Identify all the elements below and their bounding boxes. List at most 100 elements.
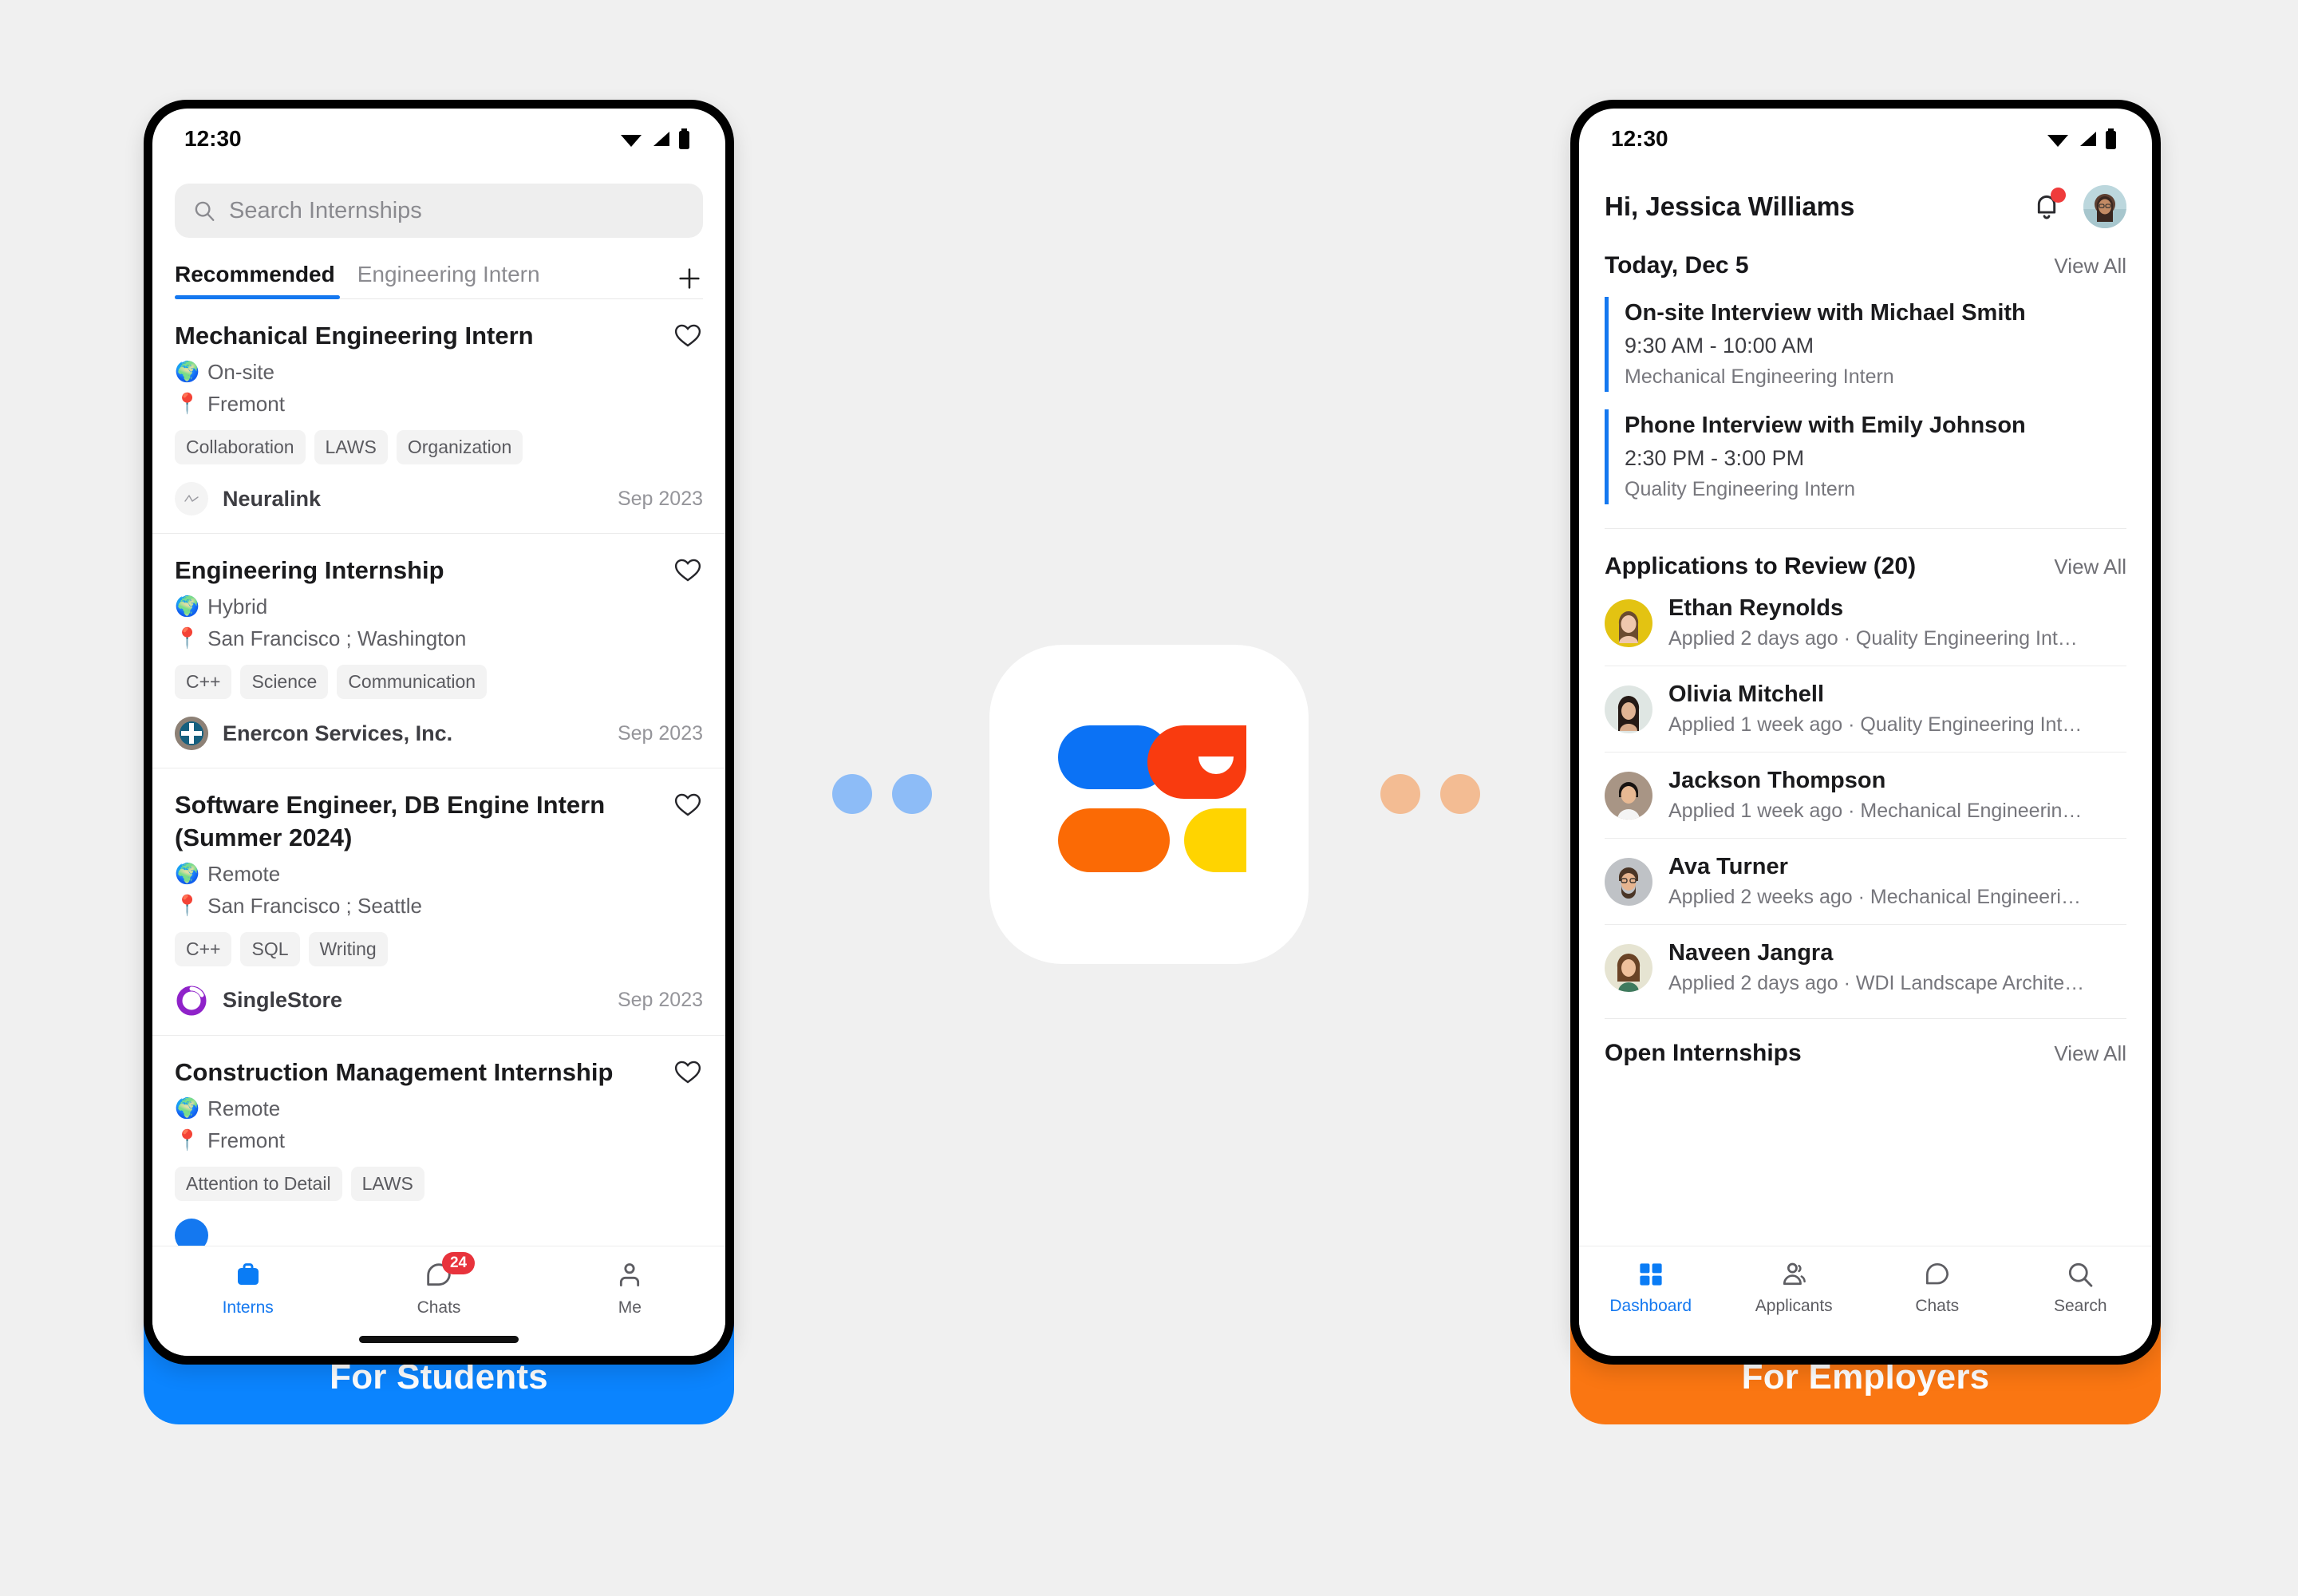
job-work-mode: 🌍 Remote — [175, 1096, 703, 1121]
schedule-events: On-site Interview with Michael Smith 9:3… — [1579, 279, 2152, 529]
job-list[interactable]: Mechanical Engineering Intern 🌍 On-site … — [152, 299, 725, 1246]
chip: Communication — [337, 665, 488, 700]
chip: C++ — [175, 931, 232, 966]
heart-outline-icon[interactable] — [673, 320, 703, 350]
applicant-info: Jackson Thompson Applied 1 week ago · Me… — [1668, 768, 2082, 823]
event-time: 9:30 AM - 10:00 AM — [1625, 334, 1814, 358]
chats-badge: 24 — [441, 1252, 476, 1274]
status-bar: 12:30 — [152, 109, 725, 169]
applicant-list: Ethan Reynolds Applied 2 days ago · Qual… — [1579, 580, 2152, 1010]
heart-outline-icon[interactable] — [673, 1057, 703, 1087]
list-item[interactable]: Jackson Thompson Applied 1 week ago · Me… — [1605, 753, 2126, 839]
signal-icon — [653, 132, 669, 146]
student-screen: 12:30 Search Internships Recommended Eng… — [152, 109, 725, 1356]
tab-recommended[interactable]: Recommended — [175, 262, 346, 300]
schedule-event[interactable]: On-site Interview with Michael Smith 9:3… — [1605, 297, 2126, 392]
add-tab-button[interactable] — [676, 265, 703, 298]
neuralink-logo — [175, 482, 208, 516]
schedule-view-all-link[interactable]: View All — [2054, 254, 2126, 279]
job-footer: Enercon Services, Inc. Sep 2023 — [175, 717, 703, 751]
notifications-button[interactable] — [2031, 188, 2066, 224]
job-location: 📍 San Francisco ; Washington — [175, 626, 703, 651]
app-logo-tile — [989, 645, 1309, 964]
chip: LAWS — [350, 1166, 424, 1201]
blue-circle-logo — [175, 1218, 208, 1246]
job-location: 📍 Fremont — [175, 392, 703, 417]
applicant-subtitle: Applied 1 week ago · Quality Engineering… — [1668, 713, 2083, 736]
job-company: Neuralink — [223, 486, 322, 511]
chip: LAWS — [314, 430, 388, 465]
tabbar-item-me[interactable]: Me — [535, 1259, 725, 1317]
employer-tabbar: Dashboard Applicants Chats Search — [1579, 1246, 2152, 1356]
tabbar-item-dashboard[interactable]: Dashboard — [1579, 1259, 1723, 1316]
applicant-subtitle: Applied 2 days ago · WDI Landscape Archi… — [1668, 972, 2085, 994]
employer-phone-frame: 12:30 Hi, Jessica Williams Today, Dec 5 … — [1570, 100, 2161, 1365]
search-icon — [2069, 1262, 2093, 1287]
job-footer: SingleStore Sep 2023 — [175, 984, 703, 1017]
applicant-subtitle: Applied 2 weeks ago · Mechanical Enginee… — [1668, 886, 2081, 908]
student-phone-group: For Students 12:30 Search Internships Re… — [144, 100, 734, 1424]
job-tabs: Recommended Engineering Intern — [175, 262, 703, 300]
heart-outline-icon[interactable] — [673, 789, 703, 820]
job-work-mode: 🌍 On-site — [175, 360, 703, 385]
heart-outline-icon[interactable] — [673, 555, 703, 585]
job-card[interactable]: Software Engineer, DB Engine Intern (Sum… — [152, 768, 725, 1036]
event-time: 2:30 PM - 3:00 PM — [1625, 446, 1805, 470]
job-card[interactable]: Construction Management Internship 🌍 Rem… — [152, 1036, 725, 1246]
page-root: For Students 12:30 Search Internships Re… — [0, 0, 2298, 1596]
wifi-icon — [2047, 135, 2068, 147]
people-icon — [1783, 1262, 1806, 1286]
tab-engineering-intern[interactable]: Engineering Intern — [346, 262, 551, 298]
tabbar-label: Dashboard — [1609, 1297, 1692, 1315]
tab-engineering-intern-label: Engineering Intern — [357, 262, 540, 287]
job-card[interactable]: Mechanical Engineering Intern 🌍 On-site … — [152, 299, 725, 535]
job-skill-chips: C++ Science Communication — [175, 665, 703, 700]
status-time: 12:30 — [1611, 126, 1668, 151]
job-work-mode-label: Remote — [207, 1096, 281, 1120]
job-company: SingleStore — [223, 988, 343, 1013]
job-work-mode-label: On-site — [207, 360, 274, 385]
employer-phone-group: For Employers 12:30 Hi, Jessica Williams — [1570, 100, 2161, 1424]
wifi-icon — [621, 135, 642, 147]
applications-view-all-link[interactable]: View All — [2054, 555, 2126, 579]
status-icons — [2046, 128, 2117, 149]
signal-icon — [2080, 132, 2096, 146]
event-role: Quality Engineering Intern — [1625, 478, 1856, 500]
tabbar-item-interns[interactable]: Interns — [152, 1259, 343, 1317]
job-location-label: San Francisco ; Washington — [207, 626, 467, 651]
tabbar-label: Applicants — [1755, 1297, 1833, 1315]
plus-icon — [679, 268, 700, 289]
list-item[interactable]: Ava Turner Applied 2 weeks ago · Mechani… — [1605, 839, 2126, 925]
tabbar-item-search[interactable]: Search — [2009, 1259, 2153, 1316]
job-title: Mechanical Engineering Intern — [175, 322, 534, 350]
search-input[interactable]: Search Internships — [175, 184, 703, 239]
list-item[interactable]: Ethan Reynolds Applied 2 days ago · Qual… — [1605, 580, 2126, 666]
tabbar-item-chats[interactable]: Chats — [1866, 1259, 2009, 1316]
job-skill-chips: C++ SQL Writing — [175, 931, 703, 966]
search-icon — [195, 201, 215, 222]
tabbar-label: Chats — [1915, 1297, 1960, 1315]
list-item[interactable]: Olivia Mitchell Applied 1 week ago · Qua… — [1605, 666, 2126, 753]
connector-dot — [892, 774, 932, 814]
job-work-mode-label: Hybrid — [207, 595, 268, 619]
status-time: 12:30 — [184, 126, 242, 151]
tabbar-label: Chats — [417, 1298, 461, 1317]
job-date: Sep 2023 — [617, 721, 703, 745]
job-date: Sep 2023 — [617, 487, 703, 510]
list-item[interactable]: Naveen Jangra Applied 2 days ago · WDI L… — [1605, 925, 2126, 1010]
tabbar-label: Interns — [222, 1298, 274, 1317]
chip: C++ — [175, 665, 232, 700]
tabbar-item-applicants[interactable]: Applicants — [1723, 1259, 1866, 1316]
avatar — [1605, 857, 1652, 906]
status-icons — [619, 128, 690, 149]
avatar — [1605, 685, 1652, 733]
schedule-event[interactable]: Phone Interview with Emily Johnson 2:30 … — [1605, 409, 2126, 504]
student-phone-frame: 12:30 Search Internships Recommended Eng… — [144, 100, 734, 1365]
job-card[interactable]: Engineering Internship 🌍 Hybrid 📍 San Fr… — [152, 534, 725, 769]
avatar[interactable] — [2083, 185, 2126, 228]
chip: Organization — [396, 430, 523, 465]
open-internships-view-all-link[interactable]: View All — [2054, 1041, 2126, 1066]
employer-screen: 12:30 Hi, Jessica Williams Today, Dec 5 … — [1579, 109, 2152, 1356]
job-location-label: Fremont — [207, 1128, 285, 1152]
tabbar-item-chats[interactable]: 24 Chats — [343, 1252, 534, 1317]
